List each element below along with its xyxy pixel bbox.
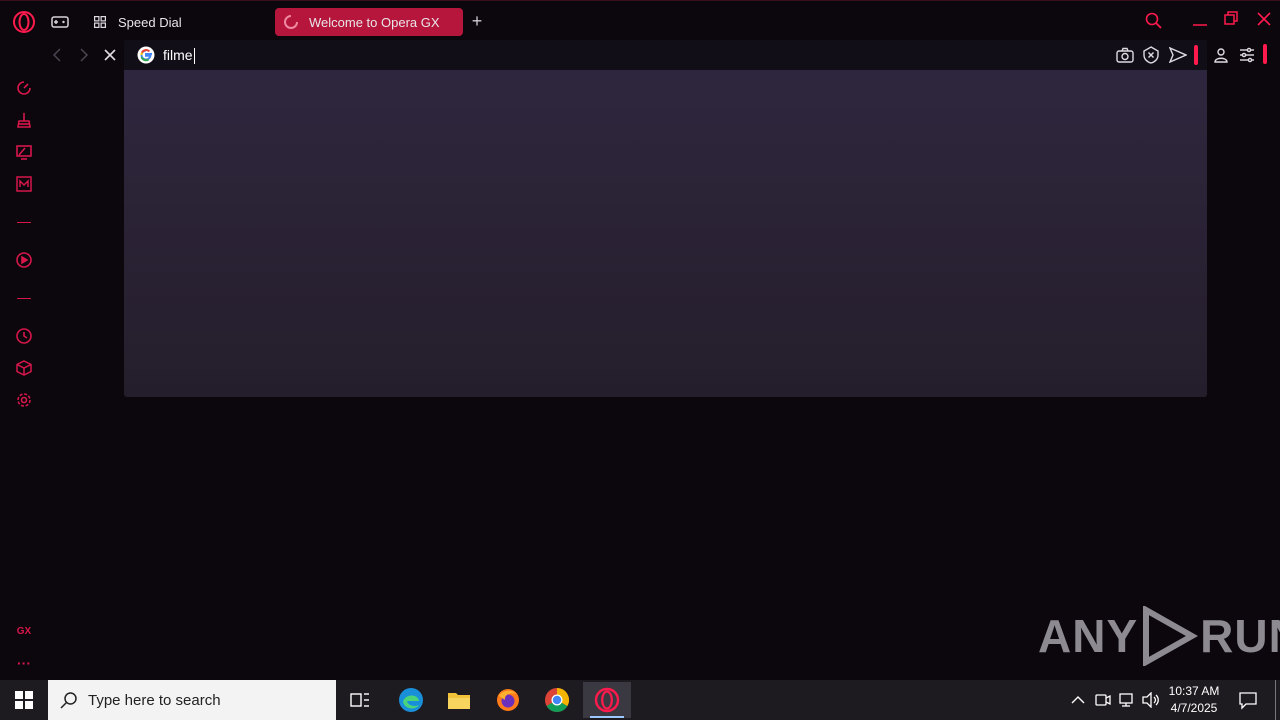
watermark-text: ANY [1038,610,1139,662]
history-icon[interactable] [12,324,36,348]
opera-gx-taskbar-button[interactable] [583,682,631,718]
watermark-text: RUN [1200,610,1280,662]
clock-date: 4/7/2025 [1170,701,1218,715]
restore-icon [1224,11,1238,25]
start-button[interactable] [0,682,48,718]
taskbar-clock[interactable]: 10:37 AM 4/7/2025 [1162,683,1226,717]
search-tabs-icon[interactable] [1144,11,1164,31]
show-hidden-icons-button[interactable] [1070,692,1086,708]
volume-icon[interactable] [1142,691,1160,709]
restore-button[interactable] [1216,6,1246,32]
clock-time: 10:37 AM [1168,684,1220,698]
show-desktop-button[interactable] [1275,680,1276,720]
gx-control-icon[interactable] [12,76,36,100]
close-window-button[interactable] [1249,6,1279,32]
text-caret [193,48,195,65]
loading-spinner-icon [283,14,299,30]
gamepad-icon[interactable] [50,12,70,32]
camera-icon [1116,47,1134,63]
player-icon[interactable] [12,248,36,272]
search-placeholder: Type here to search [88,691,221,709]
chevron-up-icon [1071,696,1085,704]
new-tab-button[interactable]: + [468,12,486,30]
chevron-right-icon [80,48,89,62]
sidebar-divider [17,222,31,223]
sidebar-more-button[interactable]: ··· [12,656,36,670]
back-button[interactable] [46,44,68,66]
folder-icon [448,693,470,709]
send-icon [1169,47,1187,63]
play-logo-icon [1143,606,1199,666]
address-input[interactable]: filme [163,46,195,65]
adblock-button[interactable] [1141,45,1161,65]
edge-taskbar-button[interactable] [387,682,435,718]
tab-label: Speed Dial [118,14,182,30]
file-explorer-taskbar-button[interactable] [435,682,483,718]
accent-bar [1194,45,1198,65]
send-button[interactable] [1168,45,1188,65]
anyrun-watermark: ANY RUN [1038,606,1280,666]
close-icon [104,49,116,61]
profile-button[interactable] [1211,45,1231,65]
forward-button[interactable] [73,44,95,66]
chrome-taskbar-button[interactable] [533,682,581,718]
taskbar-search-box[interactable]: Type here to search [48,680,336,720]
search-icon [60,691,78,709]
settings-icon[interactable] [12,388,36,412]
user-icon [1214,48,1228,63]
extensions-icon[interactable] [12,356,36,380]
tab-speed-dial[interactable]: Speed Dial [84,8,270,36]
accent-bar [1263,44,1267,64]
firefox-icon [497,689,519,711]
gx-cleaner-icon[interactable] [12,108,36,132]
chevron-left-icon [52,48,61,62]
address-bar-dropdown [124,40,1207,397]
easy-setup-button[interactable] [1237,45,1257,65]
opera-menu-icon[interactable] [12,10,36,34]
sliders-icon [1240,47,1254,63]
notification-icon [1239,692,1257,710]
shield-block-icon [1143,46,1159,64]
twitch-icon[interactable] [12,140,36,164]
tab-label: Welcome to Opera GX [309,14,440,30]
task-view-button[interactable] [336,682,384,718]
opera-gx-icon [594,687,620,713]
sidebar-divider [17,298,31,299]
notifications-button[interactable] [1238,690,1258,710]
stop-loading-button[interactable] [99,44,121,66]
task-view-icon [350,693,369,707]
address-input-value: filme [163,47,193,63]
gx-mods-icon[interactable] [12,172,36,196]
gx-corner-button[interactable]: GX [12,626,36,637]
network-icon[interactable] [1118,692,1136,708]
address-bar[interactable] [124,40,1207,70]
chrome-icon [545,688,570,713]
tab-welcome-opera-gx[interactable]: Welcome to Opera GX [275,8,463,36]
meet-now-icon[interactable] [1095,692,1111,708]
close-icon [1257,12,1271,26]
snapshot-button[interactable] [1115,45,1135,65]
minimize-icon [1193,24,1207,26]
firefox-taskbar-button[interactable] [484,682,532,718]
grid-icon [92,14,108,30]
google-icon [137,46,155,64]
active-app-indicator [590,716,624,718]
windows-icon [15,691,33,709]
minimize-button[interactable] [1185,6,1215,32]
edge-icon [399,688,423,712]
